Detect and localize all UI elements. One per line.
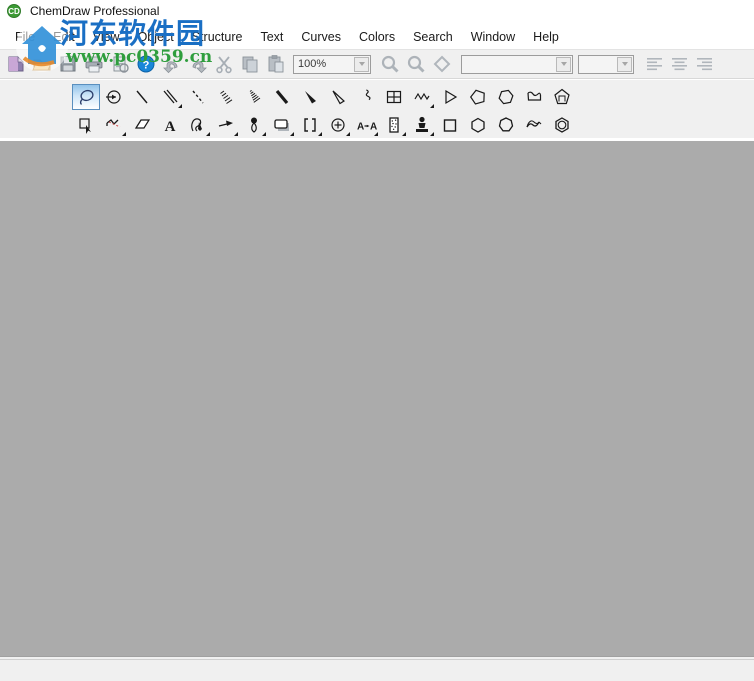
menu-text[interactable]: Text bbox=[251, 28, 292, 46]
zoom-combo-chevron-down-icon[interactable] bbox=[354, 56, 369, 72]
hollow-wedge-bond-tool[interactable] bbox=[324, 84, 352, 110]
status-bar bbox=[0, 656, 754, 681]
window-title: ChemDraw Professional bbox=[30, 4, 160, 18]
cyclopentadiene-tool[interactable] bbox=[548, 84, 576, 110]
tool-dropdown-corner-icon[interactable] bbox=[318, 132, 322, 136]
tool-dropdown-corner-icon[interactable] bbox=[346, 132, 350, 136]
marquee-select-tool[interactable] bbox=[100, 84, 128, 110]
tool-dropdown-corner-icon[interactable] bbox=[430, 104, 434, 108]
font-size-combo[interactable] bbox=[578, 54, 634, 74]
chain-tool[interactable] bbox=[408, 84, 436, 110]
menu-object[interactable]: Object bbox=[129, 28, 183, 46]
solid-bond-tool[interactable] bbox=[128, 84, 156, 110]
tool-dropdown-corner-icon[interactable] bbox=[430, 132, 434, 136]
square-shape-tool[interactable] bbox=[436, 112, 464, 138]
fit-to-window-button[interactable] bbox=[429, 51, 455, 77]
standard-toolbar: ? 100% bbox=[0, 49, 754, 79]
align-left-button[interactable] bbox=[643, 53, 667, 75]
new-document-button[interactable] bbox=[3, 51, 29, 77]
zoom-level-value: 100% bbox=[298, 58, 327, 70]
eraser-tool[interactable] bbox=[128, 112, 156, 138]
menu-view[interactable]: View bbox=[84, 28, 129, 46]
bold-bond-tool[interactable] bbox=[268, 84, 296, 110]
structure-perspective-tool[interactable] bbox=[100, 112, 128, 138]
svg-text:A: A bbox=[357, 122, 364, 133]
font-size-chevron-down-icon[interactable] bbox=[617, 56, 632, 72]
menu-edit[interactable]: Edit bbox=[44, 28, 84, 46]
table-tool[interactable] bbox=[380, 84, 408, 110]
print-button[interactable] bbox=[81, 51, 107, 77]
align-center-button[interactable] bbox=[668, 53, 692, 75]
menu-window[interactable]: Window bbox=[462, 28, 524, 46]
menu-search[interactable]: Search bbox=[404, 28, 462, 46]
cut-button[interactable] bbox=[211, 51, 237, 77]
stamp-tool[interactable] bbox=[408, 112, 436, 138]
menu-bar: File Edit View Object Structure Text Cur… bbox=[0, 26, 754, 48]
redo-button[interactable] bbox=[185, 51, 211, 77]
tool-dropdown-corner-icon[interactable] bbox=[122, 132, 126, 136]
zoom-in-button[interactable] bbox=[377, 51, 403, 77]
tool-palette-row-2: A A A bbox=[72, 111, 576, 139]
document-canvas[interactable] bbox=[0, 141, 754, 656]
open-document-button[interactable] bbox=[29, 51, 55, 77]
status-bar-divider bbox=[0, 659, 754, 660]
wavy-bond-tool[interactable] bbox=[352, 84, 380, 110]
wavy-shape-tool[interactable] bbox=[520, 112, 548, 138]
bracket-tool[interactable] bbox=[296, 112, 324, 138]
lasso-select-tool[interactable] bbox=[72, 84, 100, 110]
menu-colors[interactable]: Colors bbox=[350, 28, 404, 46]
chemdraw-app-icon: CD bbox=[7, 4, 21, 18]
drawing-element-tool[interactable] bbox=[268, 112, 296, 138]
menu-curves[interactable]: Curves bbox=[292, 28, 350, 46]
pen-tool[interactable] bbox=[184, 112, 212, 138]
svg-text:A: A bbox=[165, 119, 176, 135]
tool-dropdown-corner-icon[interactable] bbox=[178, 104, 182, 108]
tool-dropdown-corner-icon[interactable] bbox=[290, 132, 294, 136]
multiple-bond-tool[interactable] bbox=[156, 84, 184, 110]
chemdraw-window: CD ChemDraw Professional File Edit View … bbox=[0, 0, 754, 681]
atom-map-tool[interactable]: A A bbox=[352, 112, 380, 138]
tool-dropdown-corner-icon[interactable] bbox=[262, 132, 266, 136]
tool-dropdown-corner-icon[interactable] bbox=[402, 132, 406, 136]
menu-help[interactable]: Help bbox=[524, 28, 568, 46]
text-tool[interactable]: A bbox=[156, 112, 184, 138]
cyclopropane-ring-tool[interactable] bbox=[436, 84, 464, 110]
tlc-plate-tool[interactable] bbox=[380, 112, 408, 138]
menu-file[interactable]: File bbox=[6, 28, 44, 46]
query-circle-tool[interactable] bbox=[324, 112, 352, 138]
eraser-select-tool[interactable] bbox=[72, 112, 100, 138]
dashed-bond-tool[interactable] bbox=[184, 84, 212, 110]
hexagon-shape-tool[interactable] bbox=[464, 112, 492, 138]
tool-dropdown-corner-icon[interactable] bbox=[206, 132, 210, 136]
undo-button[interactable] bbox=[159, 51, 185, 77]
cycloheptane-ring-tool[interactable] bbox=[520, 84, 548, 110]
tool-dropdown-corner-icon[interactable] bbox=[374, 132, 378, 136]
tool-palette-row-1 bbox=[72, 83, 576, 111]
cyclohexane-ring-tool[interactable] bbox=[492, 84, 520, 110]
align-right-button[interactable] bbox=[693, 53, 717, 75]
print-preview-button[interactable] bbox=[107, 51, 133, 77]
tool-dropdown-corner-icon[interactable] bbox=[234, 132, 238, 136]
cyclopentane-ring-tool[interactable] bbox=[464, 84, 492, 110]
paste-button[interactable] bbox=[263, 51, 289, 77]
zoom-out-button[interactable] bbox=[403, 51, 429, 77]
heptagon-shape-tool[interactable] bbox=[492, 112, 520, 138]
benzene-ring-tool[interactable] bbox=[548, 112, 576, 138]
save-document-button[interactable] bbox=[55, 51, 81, 77]
font-name-combo[interactable] bbox=[461, 54, 573, 74]
hashed-wedge-bond-tool[interactable] bbox=[240, 84, 268, 110]
font-name-chevron-down-icon[interactable] bbox=[556, 56, 571, 72]
arrow-tool[interactable] bbox=[212, 112, 240, 138]
orbital-tool[interactable] bbox=[240, 112, 268, 138]
svg-text:?: ? bbox=[143, 60, 150, 72]
hashed-bond-tool[interactable] bbox=[212, 84, 240, 110]
help-button[interactable]: ? bbox=[133, 51, 159, 77]
zoom-level-combo[interactable]: 100% bbox=[293, 54, 371, 74]
svg-text:A: A bbox=[370, 122, 377, 133]
copy-button[interactable] bbox=[237, 51, 263, 77]
tool-palette: A A A bbox=[0, 80, 754, 138]
menu-structure[interactable]: Structure bbox=[183, 28, 252, 46]
title-bar: CD ChemDraw Professional bbox=[0, 0, 754, 22]
wedged-bond-tool[interactable] bbox=[296, 84, 324, 110]
